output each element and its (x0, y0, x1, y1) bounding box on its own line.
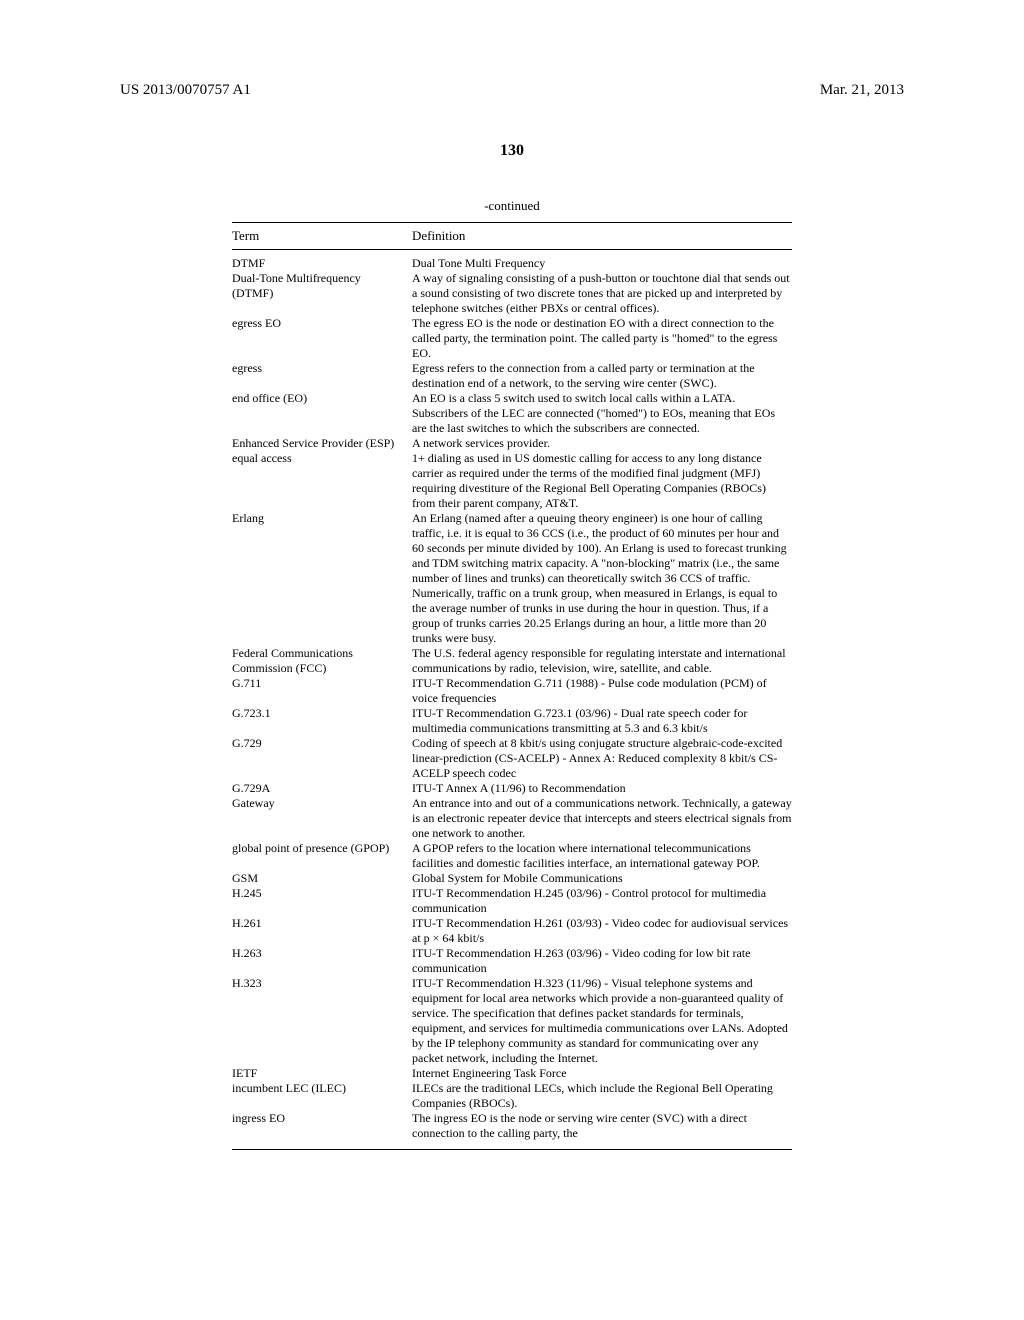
definition-cell: An entrance into and out of a communicat… (412, 796, 792, 841)
publication-number: US 2013/0070757 A1 (120, 80, 251, 100)
table-row: Enhanced Service Provider (ESP)A network… (232, 436, 792, 451)
definition-cell: ITU-T Recommendation H.323 (11/96) - Vis… (412, 976, 792, 1066)
term-cell: egress EO (232, 316, 412, 361)
table-row: G.729AITU-T Annex A (11/96) to Recommend… (232, 781, 792, 796)
term-cell: end office (EO) (232, 391, 412, 436)
term-cell: global point of presence (GPOP) (232, 841, 412, 871)
table-row: H.245ITU-T Recommendation H.245 (03/96) … (232, 886, 792, 916)
definition-cell: 1+ dialing as used in US domestic callin… (412, 451, 792, 511)
term-cell: equal access (232, 451, 412, 511)
definition-cell: Dual Tone Multi Frequency (412, 256, 792, 271)
definition-cell: An Erlang (named after a queuing theory … (412, 511, 792, 646)
term-cell: incumbent LEC (ILEC) (232, 1081, 412, 1111)
definition-cell: The ingress EO is the node or serving wi… (412, 1111, 792, 1141)
term-cell: DTMF (232, 256, 412, 271)
term-cell: G.711 (232, 676, 412, 706)
table-row: end office (EO)An EO is a class 5 switch… (232, 391, 792, 436)
definition-cell: Egress refers to the connection from a c… (412, 361, 792, 391)
term-cell: H.263 (232, 946, 412, 976)
term-cell: Gateway (232, 796, 412, 841)
definition-cell: The egress EO is the node or destination… (412, 316, 792, 361)
table-row: GSMGlobal System for Mobile Communicatio… (232, 871, 792, 886)
term-cell: H.245 (232, 886, 412, 916)
term-cell: Erlang (232, 511, 412, 646)
table-row: ErlangAn Erlang (named after a queuing t… (232, 511, 792, 646)
term-cell: H.323 (232, 976, 412, 1066)
table-body: DTMFDual Tone Multi FrequencyDual-Tone M… (232, 250, 792, 1150)
table-row: equal access1+ dialing as used in US dom… (232, 451, 792, 511)
table-row: H.261ITU-T Recommendation H.261 (03/93) … (232, 916, 792, 946)
definition-cell: Global System for Mobile Communications (412, 871, 792, 886)
definition-cell: ITU-T Annex A (11/96) to Recommendation (412, 781, 792, 796)
header-term: Term (232, 227, 412, 245)
table-row: H.323ITU-T Recommendation H.323 (11/96) … (232, 976, 792, 1066)
term-cell: GSM (232, 871, 412, 886)
definition-cell: ITU-T Recommendation G.723.1 (03/96) - D… (412, 706, 792, 736)
definition-cell: ITU-T Recommendation H.261 (03/93) - Vid… (412, 916, 792, 946)
table-row: incumbent LEC (ILEC)ILECs are the tradit… (232, 1081, 792, 1111)
table-row: global point of presence (GPOP)A GPOP re… (232, 841, 792, 871)
term-cell: IETF (232, 1066, 412, 1081)
publication-date: Mar. 21, 2013 (820, 80, 904, 100)
term-cell: G.729 (232, 736, 412, 781)
term-cell: ingress EO (232, 1111, 412, 1141)
table-row: Federal Communications Commission (FCC)T… (232, 646, 792, 676)
definition-cell: Coding of speech at 8 kbit/s using conju… (412, 736, 792, 781)
definition-cell: ITU-T Recommendation H.263 (03/96) - Vid… (412, 946, 792, 976)
table-row: G.711ITU-T Recommendation G.711 (1988) -… (232, 676, 792, 706)
table-row: H.263ITU-T Recommendation H.263 (03/96) … (232, 946, 792, 976)
term-cell: H.261 (232, 916, 412, 946)
table-row: egress EOThe egress EO is the node or de… (232, 316, 792, 361)
table-row: Dual-Tone Multifrequency (DTMF)A way of … (232, 271, 792, 316)
definition-cell: An EO is a class 5 switch used to switch… (412, 391, 792, 436)
term-cell: G.723.1 (232, 706, 412, 736)
table-row: DTMFDual Tone Multi Frequency (232, 256, 792, 271)
table-row: IETFInternet Engineering Task Force (232, 1066, 792, 1081)
definition-cell: ITU-T Recommendation H.245 (03/96) - Con… (412, 886, 792, 916)
definition-cell: The U.S. federal agency responsible for … (412, 646, 792, 676)
table-row: G.723.1ITU-T Recommendation G.723.1 (03/… (232, 706, 792, 736)
definition-cell: Internet Engineering Task Force (412, 1066, 792, 1081)
continued-label: -continued (120, 197, 904, 215)
definition-cell: A way of signaling consisting of a push-… (412, 271, 792, 316)
term-cell: Dual-Tone Multifrequency (DTMF) (232, 271, 412, 316)
page-number: 130 (120, 140, 904, 162)
table-row: ingress EOThe ingress EO is the node or … (232, 1111, 792, 1141)
glossary-table: Term Definition DTMFDual Tone Multi Freq… (232, 222, 792, 1150)
definition-cell: ILECs are the traditional LECs, which in… (412, 1081, 792, 1111)
header-definition: Definition (412, 227, 792, 245)
table-row: egressEgress refers to the connection fr… (232, 361, 792, 391)
table-header-row: Term Definition (232, 222, 792, 250)
term-cell: Enhanced Service Provider (ESP) (232, 436, 412, 451)
page-header: US 2013/0070757 A1 Mar. 21, 2013 (120, 80, 904, 100)
term-cell: G.729A (232, 781, 412, 796)
definition-cell: A network services provider. (412, 436, 792, 451)
table-row: GatewayAn entrance into and out of a com… (232, 796, 792, 841)
definition-cell: A GPOP refers to the location where inte… (412, 841, 792, 871)
table-row: G.729Coding of speech at 8 kbit/s using … (232, 736, 792, 781)
definition-cell: ITU-T Recommendation G.711 (1988) - Puls… (412, 676, 792, 706)
term-cell: egress (232, 361, 412, 391)
term-cell: Federal Communications Commission (FCC) (232, 646, 412, 676)
